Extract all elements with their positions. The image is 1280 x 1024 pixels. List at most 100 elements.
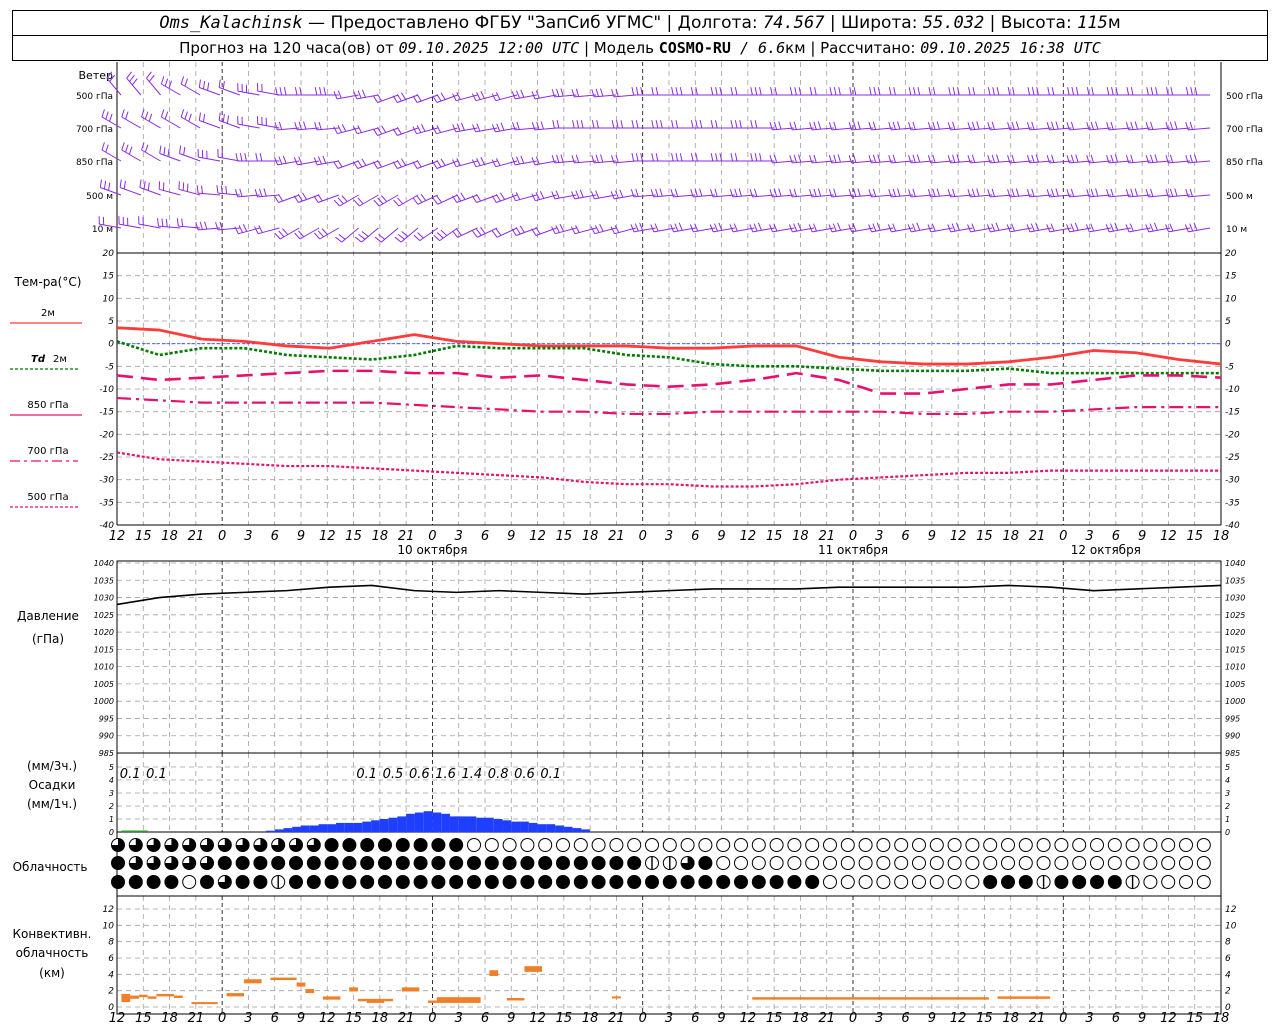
- cloud-symbol: [894, 838, 909, 852]
- wind-barb: [811, 194, 834, 198]
- wind-barb: [1055, 121, 1059, 130]
- wind-barb: [912, 154, 916, 163]
- wind-barb: [301, 192, 308, 200]
- time-tick-label: 18: [1002, 529, 1019, 544]
- axis-tick-label: 1040: [1225, 559, 1245, 568]
- time-tick-label: 12: [950, 529, 967, 544]
- cloud-symbol: [538, 856, 553, 870]
- wind-barb: [690, 120, 694, 129]
- wind-barb: [381, 195, 388, 202]
- time-tick-label: 21: [608, 1011, 625, 1024]
- cloud-symbol: [342, 875, 357, 889]
- cloud-symbol: [1161, 838, 1176, 852]
- conv-labels: Конвективн. облачность (км): [13, 927, 92, 980]
- cloud-symbol: [858, 838, 873, 852]
- wind-barb: [531, 228, 537, 236]
- cloud-symbol: [698, 856, 713, 870]
- axis-tick-label: 5: [108, 317, 114, 327]
- wind-barb: [143, 180, 146, 190]
- cloud-symbol: [235, 856, 250, 870]
- wind-barb: [639, 222, 644, 231]
- wind-barb: [141, 149, 161, 162]
- wind-barb: [712, 194, 735, 198]
- wind-barb: [1069, 127, 1092, 131]
- time-tick-label: 9: [297, 529, 305, 544]
- wind-barb: [897, 121, 901, 130]
- wind-barb: [416, 125, 422, 133]
- wind-barb: [759, 153, 762, 162]
- wind-barb: [555, 190, 560, 199]
- cloud-symbol: [627, 875, 642, 889]
- axis-tick-label: 1035: [94, 576, 114, 585]
- wind-barb: [869, 87, 872, 96]
- cloud-symbol: [1125, 838, 1140, 852]
- wind-barb: [314, 87, 318, 96]
- wind-barb: [813, 223, 817, 232]
- wind-barb: [660, 120, 663, 129]
- wind-barb: [1015, 188, 1020, 197]
- precip-3h-total: 1.4: [462, 767, 483, 782]
- wind-barb: [813, 121, 817, 130]
- cloud-symbol: [894, 875, 909, 889]
- wind-barb: [793, 188, 797, 197]
- precip-3h-total: 0.1: [356, 767, 377, 782]
- wind-barb: [99, 179, 102, 188]
- time-tick-label: 21: [818, 529, 835, 544]
- precip-bar: [441, 813, 450, 832]
- wind-barb: [1110, 154, 1114, 163]
- wind-barb: [138, 223, 161, 229]
- precip-bar: [511, 821, 521, 832]
- wind-barb: [161, 218, 164, 227]
- wind-barb: [1110, 188, 1114, 197]
- wind-barb: [992, 87, 995, 96]
- precip-bar: [336, 822, 345, 832]
- cloud-symbol: [716, 856, 731, 870]
- wind-barb: [361, 158, 367, 166]
- wind-barb: [631, 120, 635, 129]
- wind-barb: [674, 188, 679, 197]
- wind-barb: [849, 87, 852, 96]
- cloud-symbol: [645, 875, 659, 889]
- wind-barb: [1051, 188, 1055, 197]
- time-tick-label: 18: [1213, 1011, 1230, 1024]
- wind-barb: [655, 120, 659, 129]
- wind-level-850hpa: 850 гПа: [76, 158, 113, 168]
- wind-barb: [1174, 188, 1178, 197]
- wind-barb: [613, 160, 636, 164]
- wind-barb: [671, 153, 674, 162]
- cloud-symbol: [591, 875, 606, 889]
- wind-barb: [792, 160, 815, 164]
- axis-tick-label: 4: [108, 970, 114, 980]
- wind-barb: [1051, 154, 1055, 163]
- wind-barb: [833, 87, 837, 96]
- precip-bar: [546, 824, 556, 832]
- wind-barb: [401, 231, 409, 237]
- cloud-symbol: [360, 856, 375, 870]
- cloud-symbol: [947, 875, 962, 889]
- wind-barb: [198, 112, 201, 121]
- wind-barb: [833, 154, 837, 163]
- cloud-symbol: [645, 838, 659, 852]
- cloud-symbol: [378, 838, 392, 852]
- wind-barb: [460, 192, 466, 200]
- wind-barb: [952, 121, 956, 130]
- wind-barb: [105, 111, 109, 120]
- wind-barb: [813, 188, 817, 197]
- time-tick-label: 9: [717, 529, 725, 544]
- wind-barb: [1169, 188, 1174, 197]
- wind-barb: [912, 121, 916, 130]
- wind-barb: [576, 120, 580, 129]
- cloud-symbol: [858, 856, 873, 870]
- temperature-axis: 20 20 15 15 10 10 5 5 0 0 -5 -5 -10 -10 -15 -15 -20 -20 -2…: [99, 249, 1240, 531]
- cloud-symbol: [1143, 875, 1158, 889]
- axis-tick-label: -15: [1225, 408, 1240, 418]
- wind-barb: [121, 149, 142, 162]
- time-tick-label: 3: [244, 1011, 252, 1024]
- wind-barb: [832, 223, 837, 232]
- wind-barb: [416, 195, 423, 203]
- wind-barb: [1146, 87, 1149, 96]
- conv-cloud-bar: [130, 995, 139, 999]
- wind-barb: [496, 123, 501, 132]
- wind-barb: [699, 188, 703, 197]
- axis-tick-label: 1010: [1225, 663, 1245, 672]
